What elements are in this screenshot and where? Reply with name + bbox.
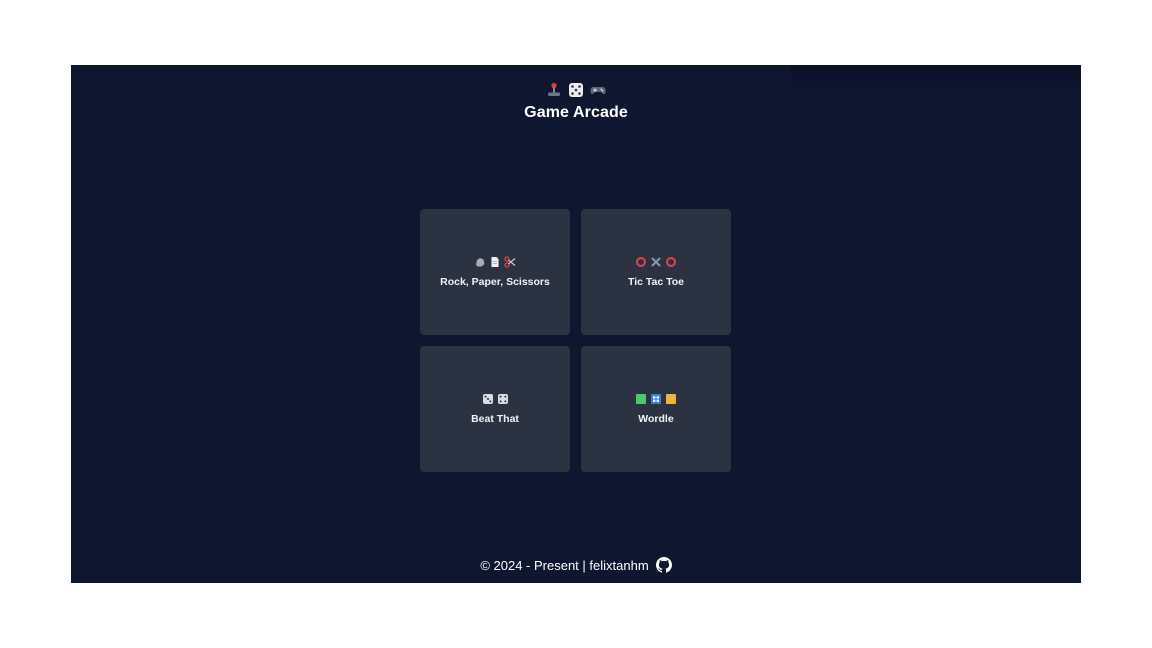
card-icons [635,255,677,273]
github-icon[interactable] [655,557,672,573]
arcade-app: Game Arcade Rock, Paper, Scissors Tic Ta… [71,65,1081,583]
header: Game Arcade [71,82,1081,122]
card-icons [482,392,509,410]
header-icons [71,82,1081,103]
card-icons [474,255,516,273]
game-card-rock-paper-scissors[interactable]: Rock, Paper, Scissors [420,209,570,335]
number-tile-icon [650,392,662,410]
scissors-icon [504,255,516,273]
footer: © 2024 - Present | felixtanhm [71,557,1081,573]
o-icon [665,255,677,273]
green-square-icon [635,392,647,410]
dice-icon [497,392,509,410]
dice-icon [482,392,494,410]
game-card-wordle[interactable]: Wordle [581,346,731,472]
game-card-label: Beat That [471,412,519,425]
dice-icon [568,82,584,103]
gamepad-icon [590,82,606,103]
paper-icon [489,255,501,273]
yellow-square-icon [665,392,677,410]
game-card-label: Rock, Paper, Scissors [440,275,550,288]
footer-text: © 2024 - Present | felixtanhm [480,557,649,573]
game-card-beat-that[interactable]: Beat That [420,346,570,472]
game-card-label: Tic Tac Toe [627,275,685,288]
x-icon [650,255,662,273]
o-icon [635,255,647,273]
page-title: Game Arcade [524,104,628,121]
game-grid: Rock, Paper, Scissors Tic Tac Toe Beat T… [420,209,731,472]
joystick-icon [546,82,562,103]
game-card-label: Wordle [638,412,674,425]
card-icons [635,392,677,410]
rock-icon [474,255,486,273]
game-card-tic-tac-toe[interactable]: Tic Tac Toe [581,209,731,335]
